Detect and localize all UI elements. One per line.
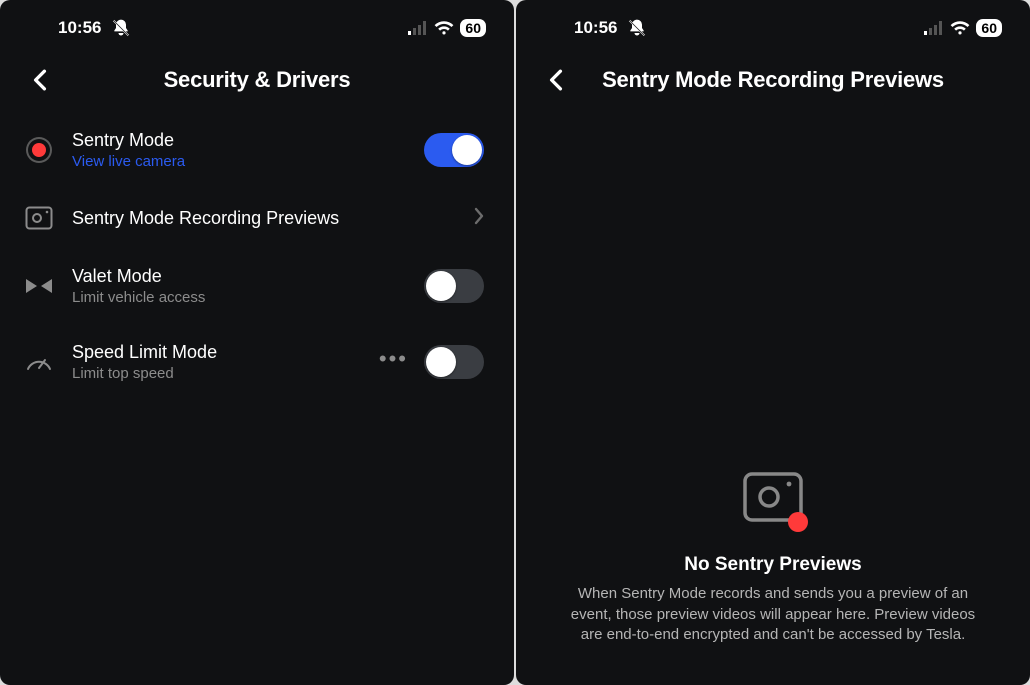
sentry-record-icon (24, 143, 54, 157)
status-time: 10:56 (58, 18, 101, 38)
row-title: Sentry Mode Recording Previews (72, 208, 456, 229)
row-title: Speed Limit Mode (72, 342, 361, 363)
row-subtitle: Limit vehicle access (72, 289, 406, 306)
valet-mode-toggle[interactable] (424, 269, 484, 303)
camera-preview-icon (24, 206, 54, 230)
row-title: Valet Mode (72, 266, 406, 287)
view-live-camera-link[interactable]: View live camera (72, 153, 406, 170)
row-title: Sentry Mode (72, 130, 406, 151)
camera-sentry-icon (742, 471, 804, 528)
back-button[interactable] (538, 62, 574, 98)
row-sentry-previews[interactable]: Sentry Mode Recording Previews (24, 206, 484, 230)
status-bar: 10:56 60 (516, 0, 1030, 44)
status-time: 10:56 (574, 18, 617, 38)
status-bar: 10:56 60 (0, 0, 514, 44)
mute-icon (111, 18, 131, 38)
page-title: Sentry Mode Recording Previews (602, 67, 944, 93)
row-sentry-mode[interactable]: Sentry Mode View live camera (24, 130, 484, 170)
screen-security-drivers: 10:56 60 Security & Drivers Sen (0, 0, 514, 685)
row-speed-limit-mode[interactable]: Speed Limit Mode Limit top speed ••• (24, 342, 484, 382)
cellular-signal-icon (924, 21, 944, 35)
back-button[interactable] (22, 62, 58, 98)
empty-state: No Sentry Previews When Sentry Mode reco… (516, 110, 1030, 685)
mute-icon (627, 18, 647, 38)
bowtie-icon (24, 277, 54, 295)
battery-badge: 60 (976, 19, 1002, 38)
battery-badge: 60 (460, 19, 486, 38)
more-options-button[interactable]: ••• (379, 346, 408, 378)
wifi-icon (434, 20, 454, 36)
empty-title: No Sentry Previews (684, 554, 861, 576)
gauge-icon (24, 351, 54, 373)
sentry-mode-toggle[interactable] (424, 133, 484, 167)
row-subtitle: Limit top speed (72, 365, 361, 382)
header: Security & Drivers (0, 50, 514, 110)
cellular-signal-icon (408, 21, 428, 35)
settings-list: Sentry Mode View live camera Sentry Mode… (0, 110, 514, 382)
page-title: Security & Drivers (164, 67, 351, 93)
speed-limit-toggle[interactable] (424, 345, 484, 379)
wifi-icon (950, 20, 970, 36)
row-valet-mode[interactable]: Valet Mode Limit vehicle access (24, 266, 484, 306)
screen-sentry-previews: 10:56 60 Sentry Mode Recording Previews … (516, 0, 1030, 685)
chevron-right-icon (474, 207, 484, 230)
empty-description: When Sentry Mode records and sends you a… (566, 584, 980, 645)
header: Sentry Mode Recording Previews (516, 50, 1030, 110)
